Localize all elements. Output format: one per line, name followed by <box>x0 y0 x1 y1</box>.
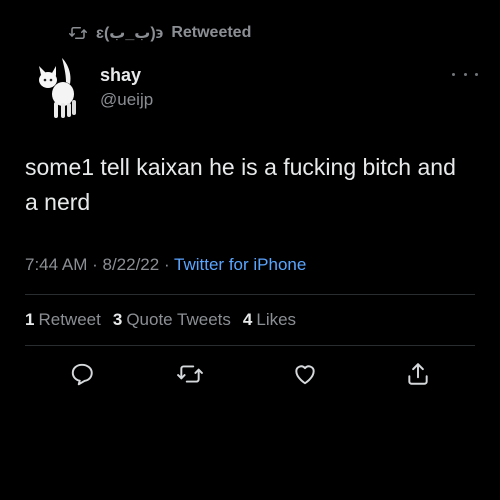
like-icon[interactable] <box>291 360 319 388</box>
tweet-source-link[interactable]: Twitter for iPhone <box>174 255 306 274</box>
author-name[interactable]: shay <box>100 65 141 86</box>
retweet-icon <box>68 24 88 42</box>
quotes-stat[interactable]: 3 Quote Tweets <box>113 310 231 330</box>
meta-separator: · <box>159 255 175 274</box>
white-kitten-avatar-icon <box>39 58 76 118</box>
retweeter-name[interactable]: ɛ(ب_ب)϶ <box>96 23 163 43</box>
avatar[interactable] <box>30 54 90 120</box>
tweet-text: some1 tell kaixan he is a fucking bitch … <box>25 154 456 215</box>
tweet-time[interactable]: 7:44 AM <box>25 255 87 274</box>
retweets-label: Retweet <box>38 310 101 329</box>
tweet-meta: 7:44 AM · 8/22/22 · Twitter for iPhone <box>25 255 306 275</box>
quotes-label: Quote Tweets <box>126 310 231 329</box>
tweet-date[interactable]: 8/22/22 <box>102 255 159 274</box>
share-icon[interactable] <box>404 360 432 388</box>
author-handle[interactable]: @ueijp <box>100 90 153 110</box>
divider <box>25 294 475 295</box>
retweet-banner[interactable]: ɛ(ب_ب)϶ Retweeted <box>68 22 251 44</box>
retweeted-label: Retweeted <box>171 24 252 41</box>
likes-count: 4 <box>242 310 253 329</box>
reply-icon[interactable] <box>68 360 96 388</box>
retweets-stat[interactable]: 1 Retweet <box>25 310 101 330</box>
quotes-count: 3 <box>112 310 123 329</box>
divider <box>25 345 475 346</box>
meta-separator: · <box>87 255 103 274</box>
tweet-stats: 1 Retweet 3 Quote Tweets 4 Likes <box>25 310 296 330</box>
more-options-icon[interactable] <box>452 64 478 84</box>
action-bar <box>0 360 500 390</box>
retweets-count: 1 <box>25 310 35 329</box>
likes-stat[interactable]: 4 Likes <box>243 310 296 330</box>
retweet-action-icon[interactable] <box>176 360 204 388</box>
likes-label: Likes <box>256 310 297 329</box>
tweet-detail: ɛ(ب_ب)϶ Retweeted shay @ueijp some1 tell… <box>0 0 500 500</box>
